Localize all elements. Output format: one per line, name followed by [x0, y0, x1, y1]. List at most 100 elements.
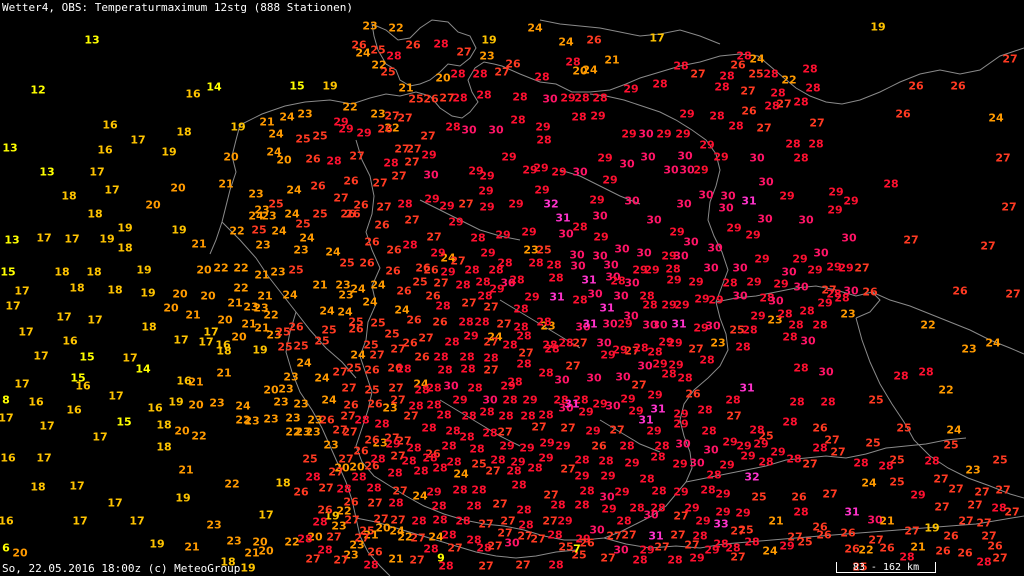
station-temperature: 29: [535, 120, 551, 134]
station-temperature: 27: [420, 129, 436, 143]
station-temperature: 27: [903, 233, 919, 247]
station-temperature: 28: [471, 483, 487, 497]
station-temperature: 30: [596, 336, 612, 350]
station-temperature: 30: [640, 150, 656, 164]
station-temperature: 18: [156, 440, 172, 454]
station-temperature: 27: [372, 176, 388, 190]
station-temperature: 28: [893, 369, 909, 383]
station-temperature: 28: [749, 423, 765, 437]
station-temperature: 16: [0, 514, 14, 528]
station-temperature: 28: [509, 273, 525, 287]
station-temperature: 25: [748, 67, 764, 81]
station-temperature: 20: [217, 313, 233, 327]
station-temperature: 28: [464, 263, 480, 277]
station-temperature: 27: [483, 335, 499, 349]
station-temperature: 28: [460, 362, 476, 376]
station-temperature: 29: [600, 469, 616, 483]
station-temperature: 28: [507, 375, 523, 389]
station-temperature: 28: [397, 197, 413, 211]
temperature-map: Wetter4, OBS: Temperaturmaximum 12stg (8…: [0, 0, 1024, 576]
station-temperature: 25: [992, 453, 1008, 467]
station-temperature: 27: [376, 200, 392, 214]
station-temperature: 27: [338, 452, 354, 466]
station-temperature: 12: [30, 83, 46, 97]
station-temperature: 27: [515, 558, 531, 572]
station-temperature: 23: [244, 414, 260, 428]
station-temperature: 18: [30, 480, 46, 494]
station-temperature: 28: [402, 238, 418, 252]
station-temperature: 28: [476, 88, 492, 102]
station-temperature: 17: [129, 514, 145, 528]
station-temperature: 30: [624, 276, 640, 290]
station-temperature: 26: [317, 503, 333, 517]
station-temperature: 26: [423, 263, 439, 277]
station-temperature: 26: [414, 350, 430, 364]
station-temperature: 26: [359, 256, 375, 270]
station-temperature: 28: [396, 362, 412, 376]
station-temperature: 28: [445, 120, 461, 134]
station-temperature: 24: [988, 111, 1004, 125]
station-temperature: 19: [136, 263, 152, 277]
station-temperature: 28: [735, 340, 751, 354]
station-temperature: 27: [369, 348, 385, 362]
station-temperature: 30: [718, 201, 734, 215]
station-temperature: 18: [87, 207, 103, 221]
station-temperature: 26: [432, 315, 448, 329]
station-temperature: 29: [463, 329, 479, 343]
station-temperature: 28: [805, 81, 821, 95]
station-temperature: 29: [817, 296, 833, 310]
station-temperature: 29: [792, 252, 808, 266]
station-temperature: 27: [992, 551, 1008, 565]
station-temperature: 24: [268, 127, 284, 141]
station-temperature: 29: [838, 261, 854, 275]
station-temperature: 28: [510, 113, 526, 127]
station-temperature: 13: [4, 233, 20, 247]
station-temperature: 25: [896, 421, 912, 435]
station-temperature: 24: [453, 467, 469, 481]
station-temperature: 25: [380, 65, 396, 79]
station-temperature: 28: [799, 304, 815, 318]
station-temperature: 17: [108, 389, 124, 403]
station-temperature: 28: [455, 278, 471, 292]
station-temperature: 28: [652, 77, 668, 91]
station-temperature: 26: [586, 33, 602, 47]
station-temperature: 26: [345, 207, 361, 221]
station-temperature: 28: [699, 353, 715, 367]
station-temperature: 29: [667, 336, 683, 350]
station-temperature: 29: [521, 225, 537, 239]
station-temperature: 21: [178, 463, 194, 477]
station-temperature: 27: [318, 481, 334, 495]
station-temperature: 29: [624, 456, 640, 470]
station-temperature: 23: [323, 438, 339, 452]
station-temperature: 31: [671, 317, 687, 331]
station-temperature: 28: [538, 408, 554, 422]
station-temperature: 30: [554, 373, 570, 387]
station-temperature: 17: [0, 411, 14, 425]
station-temperature: 13: [2, 141, 18, 155]
station-temperature: 25: [412, 275, 428, 289]
station-temperature: 24: [296, 356, 312, 370]
station-temperature: 29: [673, 417, 689, 431]
station-temperature: 30: [599, 490, 615, 504]
station-temperature: 29: [585, 424, 601, 438]
station-temperature: 15: [116, 415, 132, 429]
station-temperature: 25: [277, 340, 293, 354]
station-temperature: 29: [910, 488, 926, 502]
station-temperature: 26: [367, 397, 383, 411]
station-temperature: 23: [965, 463, 981, 477]
station-temperature: 29: [666, 273, 682, 287]
station-temperature: 27: [830, 445, 846, 459]
station-temperature: 24: [985, 336, 1001, 350]
station-temperature: 30: [542, 92, 558, 106]
station-temperature: 27: [328, 465, 344, 479]
station-temperature: 33: [713, 517, 729, 531]
station-temperature: 29: [695, 514, 711, 528]
station-temperature: 25: [268, 197, 284, 211]
station-temperature: 22: [229, 224, 245, 238]
station-temperature: 29: [480, 246, 496, 260]
station-temperature: 19: [240, 561, 256, 575]
station-temperature: 29: [713, 150, 729, 164]
station-temperature: 24: [362, 295, 378, 309]
station-temperature: 29: [688, 275, 704, 289]
station-temperature: 25: [346, 361, 362, 375]
